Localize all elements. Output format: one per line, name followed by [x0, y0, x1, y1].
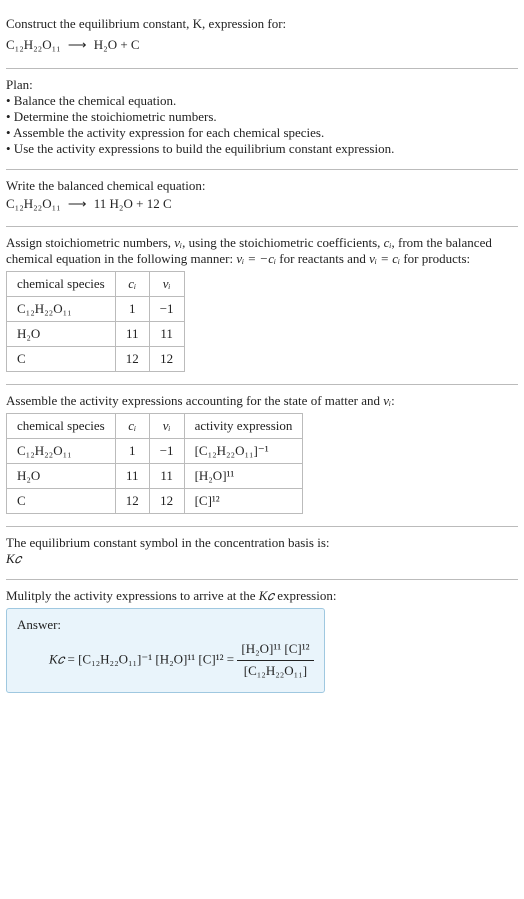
plan-item: • Use the activity expressions to build …	[6, 141, 518, 157]
txt: for products:	[400, 251, 470, 266]
plan-item: • Balance the chemical equation.	[6, 93, 518, 109]
intro-section: Construct the equilibrium constant, K, e…	[6, 8, 518, 66]
cell-nu: −1	[149, 297, 184, 322]
cell-activity: [H₂O]¹¹	[184, 464, 303, 489]
txt: Mulitply the activity expressions to arr…	[6, 588, 259, 603]
cell-species: H₂O	[7, 322, 116, 347]
multiply-text: Mulitply the activity expressions to arr…	[6, 588, 518, 604]
relation: νᵢ = cᵢ	[369, 251, 400, 266]
cell-nu: 12	[149, 347, 184, 372]
activity-heading: Assemble the activity expressions accoun…	[6, 393, 518, 409]
table-row: H₂O 11 11 [H₂O]¹¹	[7, 464, 303, 489]
relation: νᵢ = −cᵢ	[236, 251, 276, 266]
txt: expression:	[274, 588, 336, 603]
table-row: C 12 12 [C]¹²	[7, 489, 303, 514]
txt: Assemble the activity expressions accoun…	[6, 393, 383, 408]
nu-symbol: νᵢ	[383, 393, 391, 408]
stoich-table: chemical species cᵢ νᵢ C₁₂H₂₂O₁₁ 1 −1 H₂…	[6, 271, 185, 372]
txt: Assign stoichiometric numbers,	[6, 235, 174, 250]
cell-species: C	[7, 489, 116, 514]
table-header-row: chemical species cᵢ νᵢ	[7, 272, 185, 297]
answer-label: Answer:	[17, 617, 314, 633]
col-ci: cᵢ	[115, 414, 149, 439]
divider	[6, 169, 518, 170]
cell-nu: −1	[149, 439, 184, 464]
symbol-section: The equilibrium constant symbol in the c…	[6, 529, 518, 577]
symbol-text: The equilibrium constant symbol in the c…	[6, 535, 518, 551]
fraction-numerator: [H₂O]¹¹ [C]¹²	[237, 639, 313, 661]
cell-nu: 12	[149, 489, 184, 514]
plan-item: • Determine the stoichiometric numbers.	[6, 109, 518, 125]
stoich-section: Assign stoichiometric numbers, νᵢ, using…	[6, 229, 518, 382]
txt: for reactants and	[276, 251, 369, 266]
cell-ci: 12	[115, 489, 149, 514]
cell-nu: 11	[149, 464, 184, 489]
col-nu: νᵢ	[149, 414, 184, 439]
txt: :	[391, 393, 395, 408]
activity-table: chemical species cᵢ νᵢ activity expressi…	[6, 413, 303, 514]
col-species: chemical species	[7, 414, 116, 439]
table-row: C₁₂H₂₂O₁₁ 1 −1 [C₁₂H₂₂O₁₁]⁻¹	[7, 439, 303, 464]
fraction: [H₂O]¹¹ [C]¹²[C₁₂H₂₂O₁₁]	[237, 639, 313, 682]
arrow-icon: ⟶	[64, 35, 91, 56]
cell-species: H₂O	[7, 464, 116, 489]
plan-section: Plan: • Balance the chemical equation. •…	[6, 71, 518, 167]
plan-item: • Assemble the activity expression for e…	[6, 125, 518, 141]
col-nu: νᵢ	[149, 272, 184, 297]
balanced-heading: Write the balanced chemical equation:	[6, 178, 518, 194]
plan-heading: Plan:	[6, 77, 518, 93]
intro-rhs: H₂O + C	[94, 37, 140, 52]
intro-lhs: C₁₂H₂₂O₁₁	[6, 37, 61, 52]
kc-symbol: K𝑐	[49, 652, 64, 667]
divider	[6, 226, 518, 227]
activity-section: Assemble the activity expressions accoun…	[6, 387, 518, 524]
balanced-equation: C₁₂H₂₂O₁₁ ⟶ 11 H₂O + 12 C	[6, 194, 518, 215]
balanced-lhs: C₁₂H₂₂O₁₁	[6, 196, 61, 211]
cell-activity: [C]¹²	[184, 489, 303, 514]
intro-equation: C₁₂H₂₂O₁₁ ⟶ H₂O + C	[6, 35, 518, 56]
col-activity: activity expression	[184, 414, 303, 439]
answer-lhs: = [C₁₂H₂₂O₁₁]⁻¹ [H₂O]¹¹ [C]¹² =	[64, 652, 237, 667]
table-header-row: chemical species cᵢ νᵢ activity expressi…	[7, 414, 303, 439]
fraction-denominator: [C₁₂H₂₂O₁₁]	[237, 661, 313, 682]
multiply-section: Mulitply the activity expressions to arr…	[6, 582, 518, 703]
cell-species: C	[7, 347, 116, 372]
answer-box: Answer: K𝑐 = [C₁₂H₂₂O₁₁]⁻¹ [H₂O]¹¹ [C]¹²…	[6, 608, 325, 693]
table-row: C₁₂H₂₂O₁₁ 1 −1	[7, 297, 185, 322]
col-ci: cᵢ	[115, 272, 149, 297]
intro-line1: Construct the equilibrium constant, K, e…	[6, 14, 518, 35]
cell-activity: [C₁₂H₂₂O₁₁]⁻¹	[184, 439, 303, 464]
balanced-section: Write the balanced chemical equation: C₁…	[6, 172, 518, 225]
balanced-rhs: 11 H₂O + 12 C	[94, 196, 172, 211]
cell-ci: 11	[115, 464, 149, 489]
divider	[6, 579, 518, 580]
ci-symbol: cᵢ	[384, 235, 392, 250]
divider	[6, 384, 518, 385]
cell-ci: 11	[115, 322, 149, 347]
cell-species: C₁₂H₂₂O₁₁	[7, 439, 116, 464]
txt: , using the stoichiometric coefficients,	[182, 235, 384, 250]
table-row: H₂O 11 11	[7, 322, 185, 347]
nu-symbol: νᵢ	[174, 235, 182, 250]
divider	[6, 68, 518, 69]
table-row: C 12 12	[7, 347, 185, 372]
stoich-text: Assign stoichiometric numbers, νᵢ, using…	[6, 235, 518, 267]
col-species: chemical species	[7, 272, 116, 297]
kc-symbol: K𝑐	[6, 551, 518, 567]
cell-ci: 1	[115, 297, 149, 322]
cell-ci: 12	[115, 347, 149, 372]
cell-nu: 11	[149, 322, 184, 347]
intro-text: Construct the equilibrium constant, K, e…	[6, 16, 286, 31]
arrow-icon: ⟶	[64, 194, 91, 215]
divider	[6, 526, 518, 527]
cell-ci: 1	[115, 439, 149, 464]
kc-symbol: K𝑐	[259, 588, 274, 603]
cell-species: C₁₂H₂₂O₁₁	[7, 297, 116, 322]
answer-equation: K𝑐 = [C₁₂H₂₂O₁₁]⁻¹ [H₂O]¹¹ [C]¹² = [H₂O]…	[17, 639, 314, 682]
